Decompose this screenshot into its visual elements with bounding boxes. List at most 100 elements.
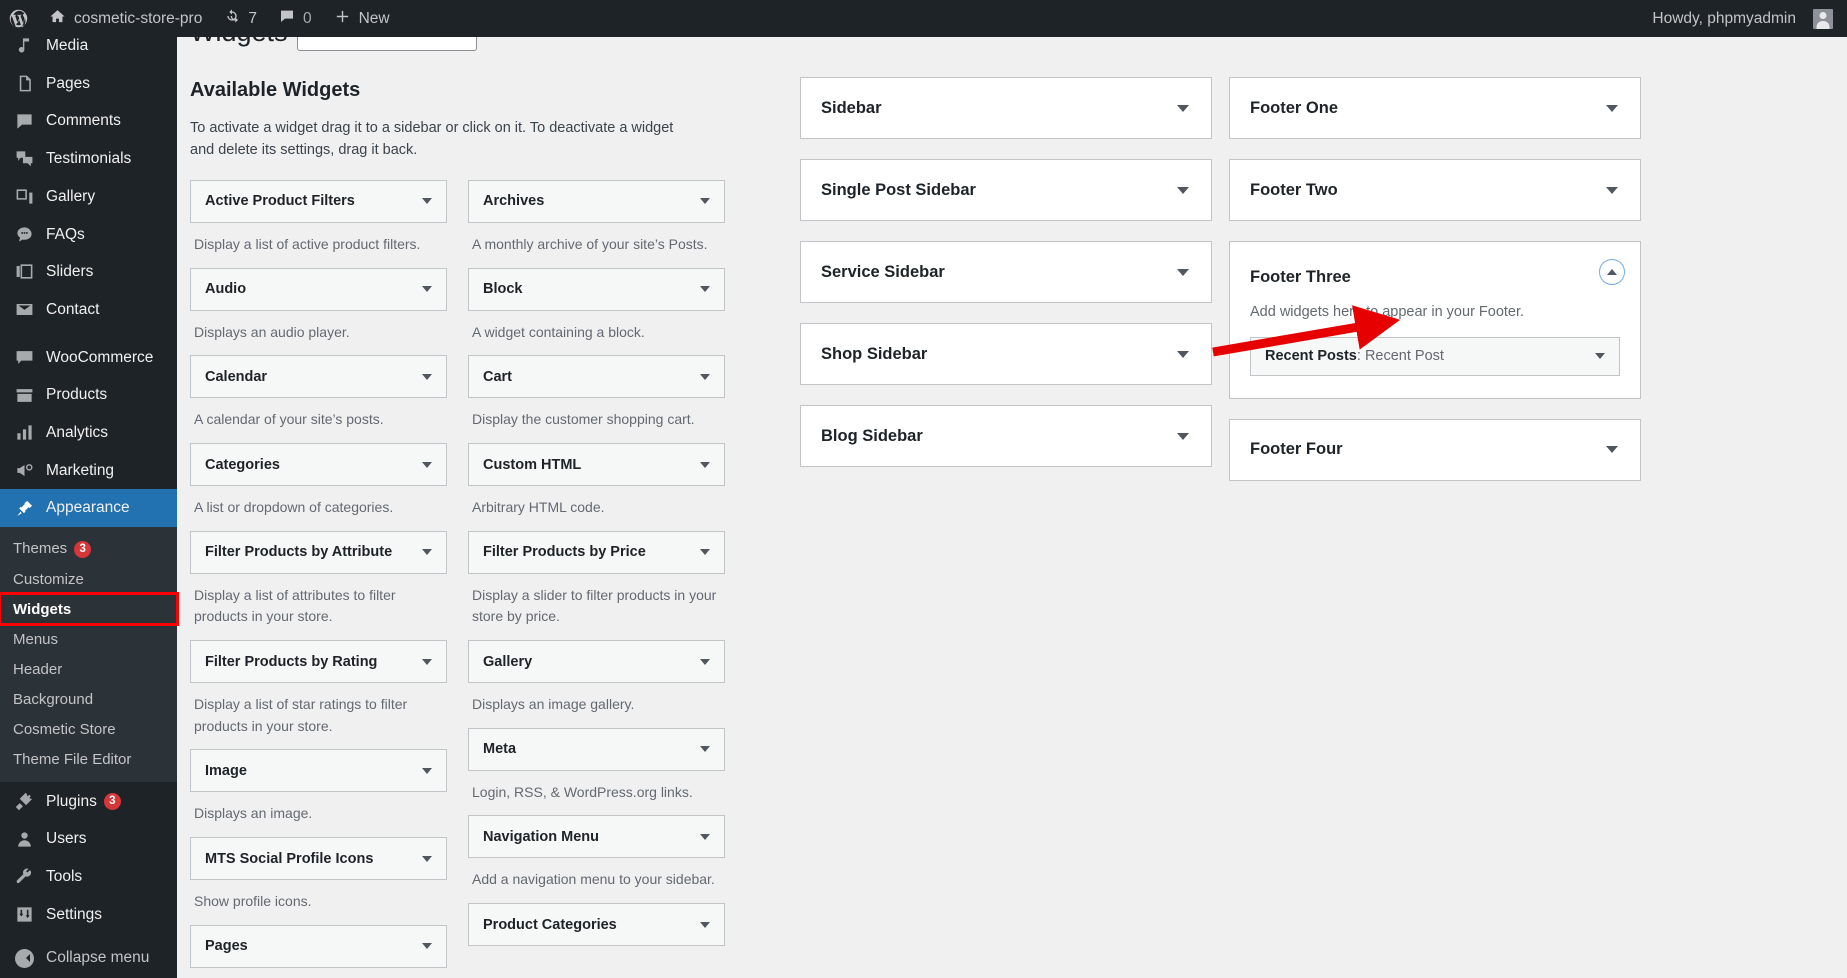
sidebar-item-settings[interactable]: Settings [0, 896, 177, 934]
widget-card-header[interactable]: Meta [468, 727, 725, 771]
sidebar-subitem-themes[interactable]: Themes 3 [0, 534, 177, 565]
chevron-down-icon[interactable] [422, 461, 432, 468]
new-content-menu[interactable]: New [323, 0, 401, 37]
widget-card-header[interactable]: Navigation Menu [468, 815, 725, 859]
widget-card-header[interactable]: Block [468, 267, 725, 311]
chevron-up-icon[interactable] [1599, 259, 1625, 285]
settings-icon [12, 904, 36, 924]
chevron-down-icon[interactable] [422, 198, 432, 205]
widget-card-header[interactable]: Categories [190, 443, 447, 486]
widget-card: Calendar A calendar of your site’s posts… [190, 355, 447, 443]
comments-menu[interactable]: 0 [268, 0, 323, 37]
sidebar-panel-header[interactable]: Footer Two [1230, 160, 1640, 220]
chevron-down-icon[interactable] [1606, 104, 1618, 112]
sidebar-subitem-cosmetic-store[interactable]: Cosmetic Store [0, 714, 177, 744]
chevron-down-icon[interactable] [700, 833, 710, 840]
my-account-menu[interactable]: Howdy, phpmyadmin [1641, 0, 1847, 37]
sidebar-item-products[interactable]: Products [0, 376, 177, 414]
sidebar-item-gallery[interactable]: Gallery [0, 178, 177, 216]
sidebar-item-label: Comments [46, 112, 121, 130]
chevron-down-icon[interactable] [422, 549, 432, 556]
chevron-down-icon[interactable] [700, 373, 710, 380]
sidebar-subitem-menus[interactable]: Menus [0, 624, 177, 654]
sidebar-panel-header[interactable]: Sidebar [801, 78, 1211, 138]
sidebar-item-appearance[interactable]: Appearance [0, 489, 185, 527]
sidebar-item-faqs[interactable]: FAQs [0, 215, 177, 253]
sidebar-item-contact[interactable]: Contact [0, 291, 177, 329]
sidebar-item-testimonials[interactable]: Testimonials [0, 140, 177, 178]
widget-card: Archives A monthly archive of your site’… [468, 179, 725, 268]
widgets-page: Widgets Available Widgets To activate a … [177, 37, 1847, 978]
chevron-down-icon[interactable] [422, 943, 432, 950]
widget-card-header[interactable]: Product Categories [468, 903, 725, 947]
sidebar-subitem-theme-file-editor[interactable]: Theme File Editor [0, 744, 177, 774]
sidebar-panel-header[interactable]: Service Sidebar [801, 242, 1211, 302]
chevron-down-icon[interactable] [1595, 353, 1605, 360]
chevron-down-icon[interactable] [422, 855, 432, 862]
widget-card-header[interactable]: Calendar [190, 355, 447, 399]
widget-card-header[interactable]: Filter Products by Attribute [190, 530, 447, 574]
updates-menu[interactable]: 7 [213, 0, 268, 37]
widget-card-header[interactable]: MTS Social Profile Icons [190, 837, 447, 881]
widget-description: Displays an image gallery. [472, 696, 635, 713]
widget-card: Active Product Filters Display a list of… [190, 179, 447, 268]
widget-card-header[interactable]: Filter Products by Rating [190, 640, 447, 684]
sidebar-item-analytics[interactable]: Analytics [0, 414, 177, 452]
chevron-down-icon[interactable] [700, 549, 710, 556]
chevron-down-icon[interactable] [422, 373, 432, 380]
sidebar-subitem-header[interactable]: Header [0, 654, 177, 684]
chevron-down-icon[interactable] [700, 658, 710, 665]
assigned-widget-recent-posts[interactable]: Recent Posts: Recent Post [1250, 336, 1620, 376]
wordpress-logo-icon[interactable] [0, 0, 38, 37]
sidebar-panel-header[interactable]: Blog Sidebar [801, 406, 1211, 466]
site-name-menu[interactable]: cosmetic-store-pro [38, 0, 213, 37]
sidebar-item-marketing[interactable]: Marketing [0, 452, 177, 490]
widget-card-header[interactable]: Cart [468, 355, 725, 399]
widget-card-header[interactable]: Filter Products by Price [468, 530, 725, 574]
sidebar-subitem-background[interactable]: Background [0, 684, 177, 714]
sidebar-item-plugins[interactable]: Plugins 3 [0, 782, 177, 820]
chevron-down-icon[interactable] [1177, 104, 1189, 112]
widget-card-header[interactable]: Audio [190, 267, 447, 311]
sidebar-subitem-customize[interactable]: Customize [0, 564, 177, 594]
chevron-down-icon[interactable] [700, 461, 710, 468]
sidebar-item-sliders[interactable]: Sliders [0, 253, 177, 291]
sidebar-item-woocommerce[interactable]: WooCommerce [0, 339, 177, 377]
chevron-down-icon[interactable] [1606, 446, 1618, 454]
widget-card-header[interactable]: Archives [468, 179, 725, 223]
sidebar-item-label: Tools [46, 867, 83, 885]
chevron-down-icon[interactable] [1606, 186, 1618, 194]
sidebar-item-tools[interactable]: Tools [0, 858, 177, 896]
sidebar-panel-header[interactable]: Footer Four [1230, 420, 1640, 480]
sidebar-panel-header[interactable]: Shop Sidebar [801, 324, 1211, 384]
widget-card-header[interactable]: Custom HTML [468, 443, 725, 486]
sidebar-panel-header[interactable]: Footer One [1230, 78, 1640, 138]
chevron-down-icon[interactable] [1177, 268, 1189, 276]
collapse-menu-button[interactable]: Collapse menu [0, 939, 177, 977]
widget-card: Block A widget containing a block. [468, 267, 725, 356]
chevron-down-icon[interactable] [1177, 432, 1189, 440]
sidebar-panel-header[interactable]: Footer Three [1230, 242, 1640, 302]
submenu-label: Themes [13, 540, 68, 558]
sidebar-subitem-widgets[interactable]: Widgets [0, 592, 179, 627]
widget-card-header[interactable]: Image [190, 749, 447, 793]
widget-card-header[interactable]: Active Product Filters [190, 179, 447, 223]
chevron-down-icon[interactable] [700, 198, 710, 205]
chevron-down-icon[interactable] [700, 746, 710, 753]
chevron-down-icon[interactable] [1177, 350, 1189, 358]
sidebar-panel-name: Footer Three [1250, 268, 1351, 286]
chevron-down-icon[interactable] [1177, 186, 1189, 194]
chevron-down-icon[interactable] [422, 767, 432, 774]
sidebar-item-pages[interactable]: Pages [0, 65, 177, 103]
search-input[interactable] [297, 37, 477, 51]
chevron-down-icon[interactable] [422, 658, 432, 665]
widget-card-header[interactable]: Gallery [468, 640, 725, 684]
howdy-label: Howdy, phpmyadmin [1652, 9, 1796, 27]
sidebar-panel-header[interactable]: Single Post Sidebar [801, 160, 1211, 220]
chevron-down-icon[interactable] [700, 286, 710, 293]
widget-card-header[interactable]: Pages [190, 924, 447, 968]
sidebar-item-comments[interactable]: Comments [0, 102, 177, 140]
sidebar-item-users[interactable]: Users [0, 820, 177, 858]
chevron-down-icon[interactable] [422, 286, 432, 293]
chevron-down-icon[interactable] [700, 921, 710, 928]
